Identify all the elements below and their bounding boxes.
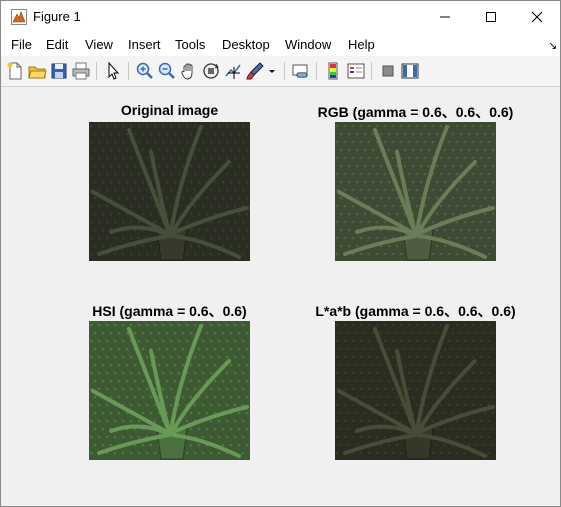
menu-insert[interactable]: Insert	[128, 37, 161, 52]
figure-window: Figure 1 File Edit View Insert Tools Des…	[0, 0, 561, 507]
data-cursor-button[interactable]	[223, 61, 243, 81]
select-arrow-icon	[108, 61, 120, 80]
menu-bar: File Edit View Insert Tools Desktop Wind…	[1, 32, 560, 56]
pan-button[interactable]	[179, 61, 199, 81]
show-plot-tools-icon	[401, 63, 419, 79]
toolbar-separator	[316, 62, 317, 80]
save-button[interactable]	[49, 61, 69, 81]
toolbar-separator	[96, 62, 97, 80]
open-file-icon	[28, 66, 47, 79]
maximize-icon	[486, 12, 496, 22]
title-bar[interactable]: Figure 1	[1, 1, 560, 32]
link-plot-button[interactable]	[291, 61, 311, 81]
panel-title-hsi: HSI (gamma = 0.6、0.6)	[92, 303, 247, 319]
print-icon	[72, 62, 90, 80]
hide-plot-tools-icon	[382, 65, 394, 77]
insert-legend-icon	[347, 63, 365, 79]
aloe-plant-image	[335, 321, 496, 460]
rotate-3d-button[interactable]	[201, 61, 221, 81]
chevron-down-icon	[269, 70, 275, 73]
print-button[interactable]	[71, 61, 91, 81]
maximize-button[interactable]	[468, 1, 514, 32]
zoom-in-icon	[136, 62, 153, 79]
brush-button[interactable]	[245, 61, 265, 81]
toolbar-separator	[128, 62, 129, 80]
new-figure-icon	[7, 62, 22, 80]
toolbar-separator	[284, 62, 285, 80]
brush-dropdown[interactable]	[266, 61, 278, 81]
image-hsi-gamma	[89, 321, 250, 460]
panel-title-rgb: RGB (gamma = 0.6、0.6、0.6)	[317, 104, 514, 120]
panel-title-original: Original image	[120, 102, 219, 118]
minimize-button[interactable]	[422, 1, 468, 32]
figure-toolbar	[1, 56, 560, 87]
data-cursor-icon	[225, 64, 241, 79]
menu-view[interactable]: View	[85, 37, 113, 52]
menu-tools[interactable]: Tools	[175, 37, 205, 52]
brush-icon	[246, 62, 264, 80]
window-title: Figure 1	[33, 9, 81, 24]
menu-help[interactable]: Help	[348, 37, 375, 52]
close-button[interactable]	[514, 1, 560, 32]
insert-colorbar-icon	[328, 62, 338, 80]
show-plot-tools-button[interactable]	[400, 61, 420, 81]
zoom-in-button[interactable]	[135, 61, 155, 81]
pan-hand-icon	[181, 63, 193, 80]
aloe-plant-image	[89, 321, 250, 460]
close-icon	[531, 11, 543, 23]
menu-file[interactable]: File	[11, 37, 32, 52]
toolbar-separator	[371, 62, 372, 80]
zoom-out-icon	[158, 62, 175, 79]
menu-edit[interactable]: Edit	[46, 37, 68, 52]
image-original	[89, 122, 250, 261]
open-file-button[interactable]	[27, 61, 47, 81]
rotate-3d-icon	[203, 63, 219, 79]
new-figure-button[interactable]	[5, 61, 25, 81]
image-rgb-gamma	[335, 122, 496, 261]
image-lab-gamma	[335, 321, 496, 460]
insert-legend-button[interactable]	[346, 61, 366, 81]
select-arrow-button[interactable]	[103, 61, 123, 81]
menu-window[interactable]: Window	[285, 37, 331, 52]
aloe-plant-image	[89, 122, 250, 261]
dock-arrow-icon[interactable]: ↘	[548, 39, 557, 52]
matlab-figure-icon	[11, 9, 27, 25]
panel-title-lab: L*a*b (gamma = 0.6、0.6、0.6)	[315, 303, 516, 319]
menu-desktop[interactable]: Desktop	[222, 37, 270, 52]
insert-colorbar-button[interactable]	[323, 61, 343, 81]
minimize-icon	[440, 16, 450, 18]
link-plot-icon	[292, 64, 308, 78]
save-icon	[51, 63, 67, 79]
hide-plot-tools-button[interactable]	[378, 61, 398, 81]
zoom-out-button[interactable]	[157, 61, 177, 81]
aloe-plant-image	[335, 122, 496, 261]
